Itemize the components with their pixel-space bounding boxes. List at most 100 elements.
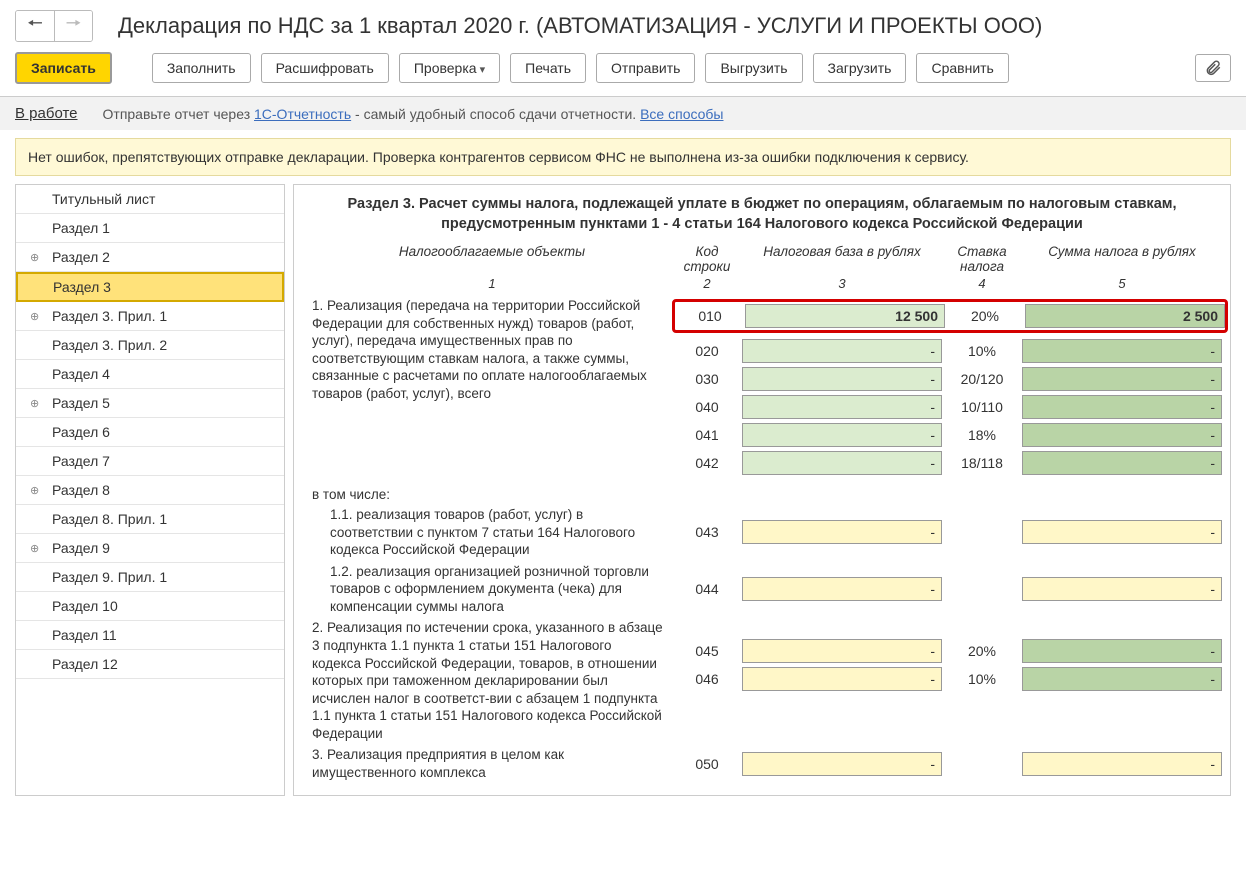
nav-forward-button[interactable]: 🠖 bbox=[54, 11, 92, 41]
row-044-tax[interactable]: - bbox=[1022, 577, 1222, 601]
col-head-1: Налогооблагаемые объекты bbox=[312, 244, 672, 274]
inter-label-1: в том числе: bbox=[312, 487, 1212, 502]
sidebar-item-7[interactable]: Раздел 5 bbox=[16, 389, 284, 418]
section-title: Раздел 3. Расчет суммы налога, подлежаще… bbox=[312, 195, 1212, 234]
row-010-rate: 20% bbox=[945, 308, 1025, 324]
col-head-2: Код строки bbox=[672, 244, 742, 274]
attach-button[interactable] bbox=[1195, 54, 1231, 82]
row-044-base[interactable]: - bbox=[742, 577, 942, 601]
sidebar-item-15[interactable]: Раздел 11 bbox=[16, 621, 284, 650]
content-pane: Раздел 3. Расчет суммы налога, подлежаще… bbox=[293, 184, 1231, 796]
sidebar-item-0[interactable]: Титульный лист bbox=[16, 185, 284, 214]
sidebar-item-16[interactable]: Раздел 12 bbox=[16, 650, 284, 679]
write-button[interactable]: Записать bbox=[15, 52, 112, 84]
sidebar-item-2[interactable]: Раздел 2 bbox=[16, 243, 284, 272]
row-046-base[interactable]: - bbox=[742, 667, 942, 691]
row-040-tax[interactable]: - bbox=[1022, 395, 1222, 419]
paperclip-icon bbox=[1204, 59, 1222, 77]
sidebar-item-5[interactable]: Раздел 3. Прил. 2 bbox=[16, 331, 284, 360]
sidebar-item-9[interactable]: Раздел 7 bbox=[16, 447, 284, 476]
nav-arrows: 🠔 🠖 bbox=[15, 10, 93, 42]
nav-back-button[interactable]: 🠔 bbox=[16, 11, 54, 41]
col-head-3: Налоговая база в рублях bbox=[742, 244, 942, 274]
sidebar-item-3[interactable]: Раздел 3 bbox=[16, 272, 284, 302]
row-050-code: 050 bbox=[672, 756, 742, 772]
row-010-tax[interactable]: 2 500 bbox=[1025, 304, 1225, 328]
row-050-tax[interactable]: - bbox=[1022, 752, 1222, 776]
row-045-rate: 20% bbox=[942, 643, 1022, 659]
row-045-tax[interactable]: - bbox=[1022, 639, 1222, 663]
row-043-code: 043 bbox=[672, 524, 742, 540]
sidebar: Титульный листРаздел 1Раздел 2Раздел 3Ра… bbox=[15, 184, 285, 796]
fill-button[interactable]: Заполнить bbox=[152, 53, 251, 83]
link-all-methods[interactable]: Все способы bbox=[640, 106, 723, 122]
sidebar-item-11[interactable]: Раздел 8. Прил. 1 bbox=[16, 505, 284, 534]
status-prefix: Отправьте отчет через bbox=[103, 106, 254, 122]
export-button[interactable]: Выгрузить bbox=[705, 53, 802, 83]
status-bar: В работе Отправьте отчет через 1С-Отчетн… bbox=[0, 97, 1246, 130]
status-middle: - самый удобный способ сдачи отчетности. bbox=[351, 106, 640, 122]
row-010-highlight: 010 12 500 20% 2 500 bbox=[672, 299, 1228, 333]
row-030-rate: 20/120 bbox=[942, 371, 1022, 387]
row-050-base[interactable]: - bbox=[742, 752, 942, 776]
col-head-4: Ставка налога bbox=[942, 244, 1022, 274]
row-041-rate: 18% bbox=[942, 427, 1022, 443]
row-042-tax[interactable]: - bbox=[1022, 451, 1222, 475]
row-041-tax[interactable]: - bbox=[1022, 423, 1222, 447]
row-046-rate: 10% bbox=[942, 671, 1022, 687]
row-044-code: 044 bbox=[672, 581, 742, 597]
grid-header: Налогооблагаемые объекты Код строки Нало… bbox=[312, 244, 1212, 274]
send-button[interactable]: Отправить bbox=[596, 53, 695, 83]
compare-button[interactable]: Сравнить bbox=[916, 53, 1008, 83]
col-sub-2: 2 bbox=[672, 276, 742, 291]
row-041-base[interactable]: - bbox=[742, 423, 942, 447]
status-text: Отправьте отчет через 1С-Отчетность - са… bbox=[103, 106, 724, 122]
link-1c-report[interactable]: 1С-Отчетность bbox=[254, 106, 351, 122]
row-045-code: 045 bbox=[672, 643, 742, 659]
sidebar-item-4[interactable]: Раздел 3. Прил. 1 bbox=[16, 302, 284, 331]
row-043-base[interactable]: - bbox=[742, 520, 942, 544]
import-button[interactable]: Загрузить bbox=[813, 53, 907, 83]
col-sub-4: 4 bbox=[942, 276, 1022, 291]
status-state-link[interactable]: В работе bbox=[15, 105, 78, 122]
grid-subheader: 1 2 3 4 5 bbox=[312, 276, 1212, 291]
row-041-code: 041 bbox=[672, 427, 742, 443]
row-040-base[interactable]: - bbox=[742, 395, 942, 419]
row-030-tax[interactable]: - bbox=[1022, 367, 1222, 391]
row-040-code: 040 bbox=[672, 399, 742, 415]
row-043-tax[interactable]: - bbox=[1022, 520, 1222, 544]
row-010-base[interactable]: 12 500 bbox=[745, 304, 945, 328]
row-044-desc: 1.2. реализация организацией розничной т… bbox=[312, 563, 672, 616]
col-sub-3: 3 bbox=[742, 276, 942, 291]
print-button[interactable]: Печать bbox=[510, 53, 586, 83]
sidebar-item-13[interactable]: Раздел 9. Прил. 1 bbox=[16, 563, 284, 592]
sidebar-item-12[interactable]: Раздел 9 bbox=[16, 534, 284, 563]
page-title: Декларация по НДС за 1 квартал 2020 г. (… bbox=[118, 13, 1042, 39]
row-046-tax[interactable]: - bbox=[1022, 667, 1222, 691]
info-stripe: Нет ошибок, препятствующих отправке декл… bbox=[15, 138, 1231, 176]
sidebar-item-8[interactable]: Раздел 6 bbox=[16, 418, 284, 447]
row-020-rate: 10% bbox=[942, 343, 1022, 359]
check-button[interactable]: Проверка bbox=[399, 53, 500, 83]
sidebar-item-10[interactable]: Раздел 8 bbox=[16, 476, 284, 505]
row-020-tax[interactable]: - bbox=[1022, 339, 1222, 363]
row-030-code: 030 bbox=[672, 371, 742, 387]
row-046-code: 046 bbox=[672, 671, 742, 687]
row-042-base[interactable]: - bbox=[742, 451, 942, 475]
row-020-code: 020 bbox=[672, 343, 742, 359]
col-head-5: Сумма налога в рублях bbox=[1022, 244, 1222, 274]
row-030-base[interactable]: - bbox=[742, 367, 942, 391]
row-050-desc: 3. Реализация предприятия в целом как им… bbox=[312, 746, 672, 781]
row-043-desc: 1.1. реализация товаров (работ, услуг) в… bbox=[312, 506, 672, 559]
row-045-base[interactable]: - bbox=[742, 639, 942, 663]
toolbar: Записать Заполнить Расшифровать Проверка… bbox=[0, 47, 1246, 97]
row-020-base[interactable]: - bbox=[742, 339, 942, 363]
decode-button[interactable]: Расшифровать bbox=[261, 53, 389, 83]
sidebar-item-6[interactable]: Раздел 4 bbox=[16, 360, 284, 389]
col-sub-1: 1 bbox=[312, 276, 672, 291]
sidebar-item-14[interactable]: Раздел 10 bbox=[16, 592, 284, 621]
row-040-rate: 10/110 bbox=[942, 399, 1022, 415]
sidebar-item-1[interactable]: Раздел 1 bbox=[16, 214, 284, 243]
row-010-code: 010 bbox=[675, 308, 745, 324]
row-042-rate: 18/118 bbox=[942, 455, 1022, 471]
